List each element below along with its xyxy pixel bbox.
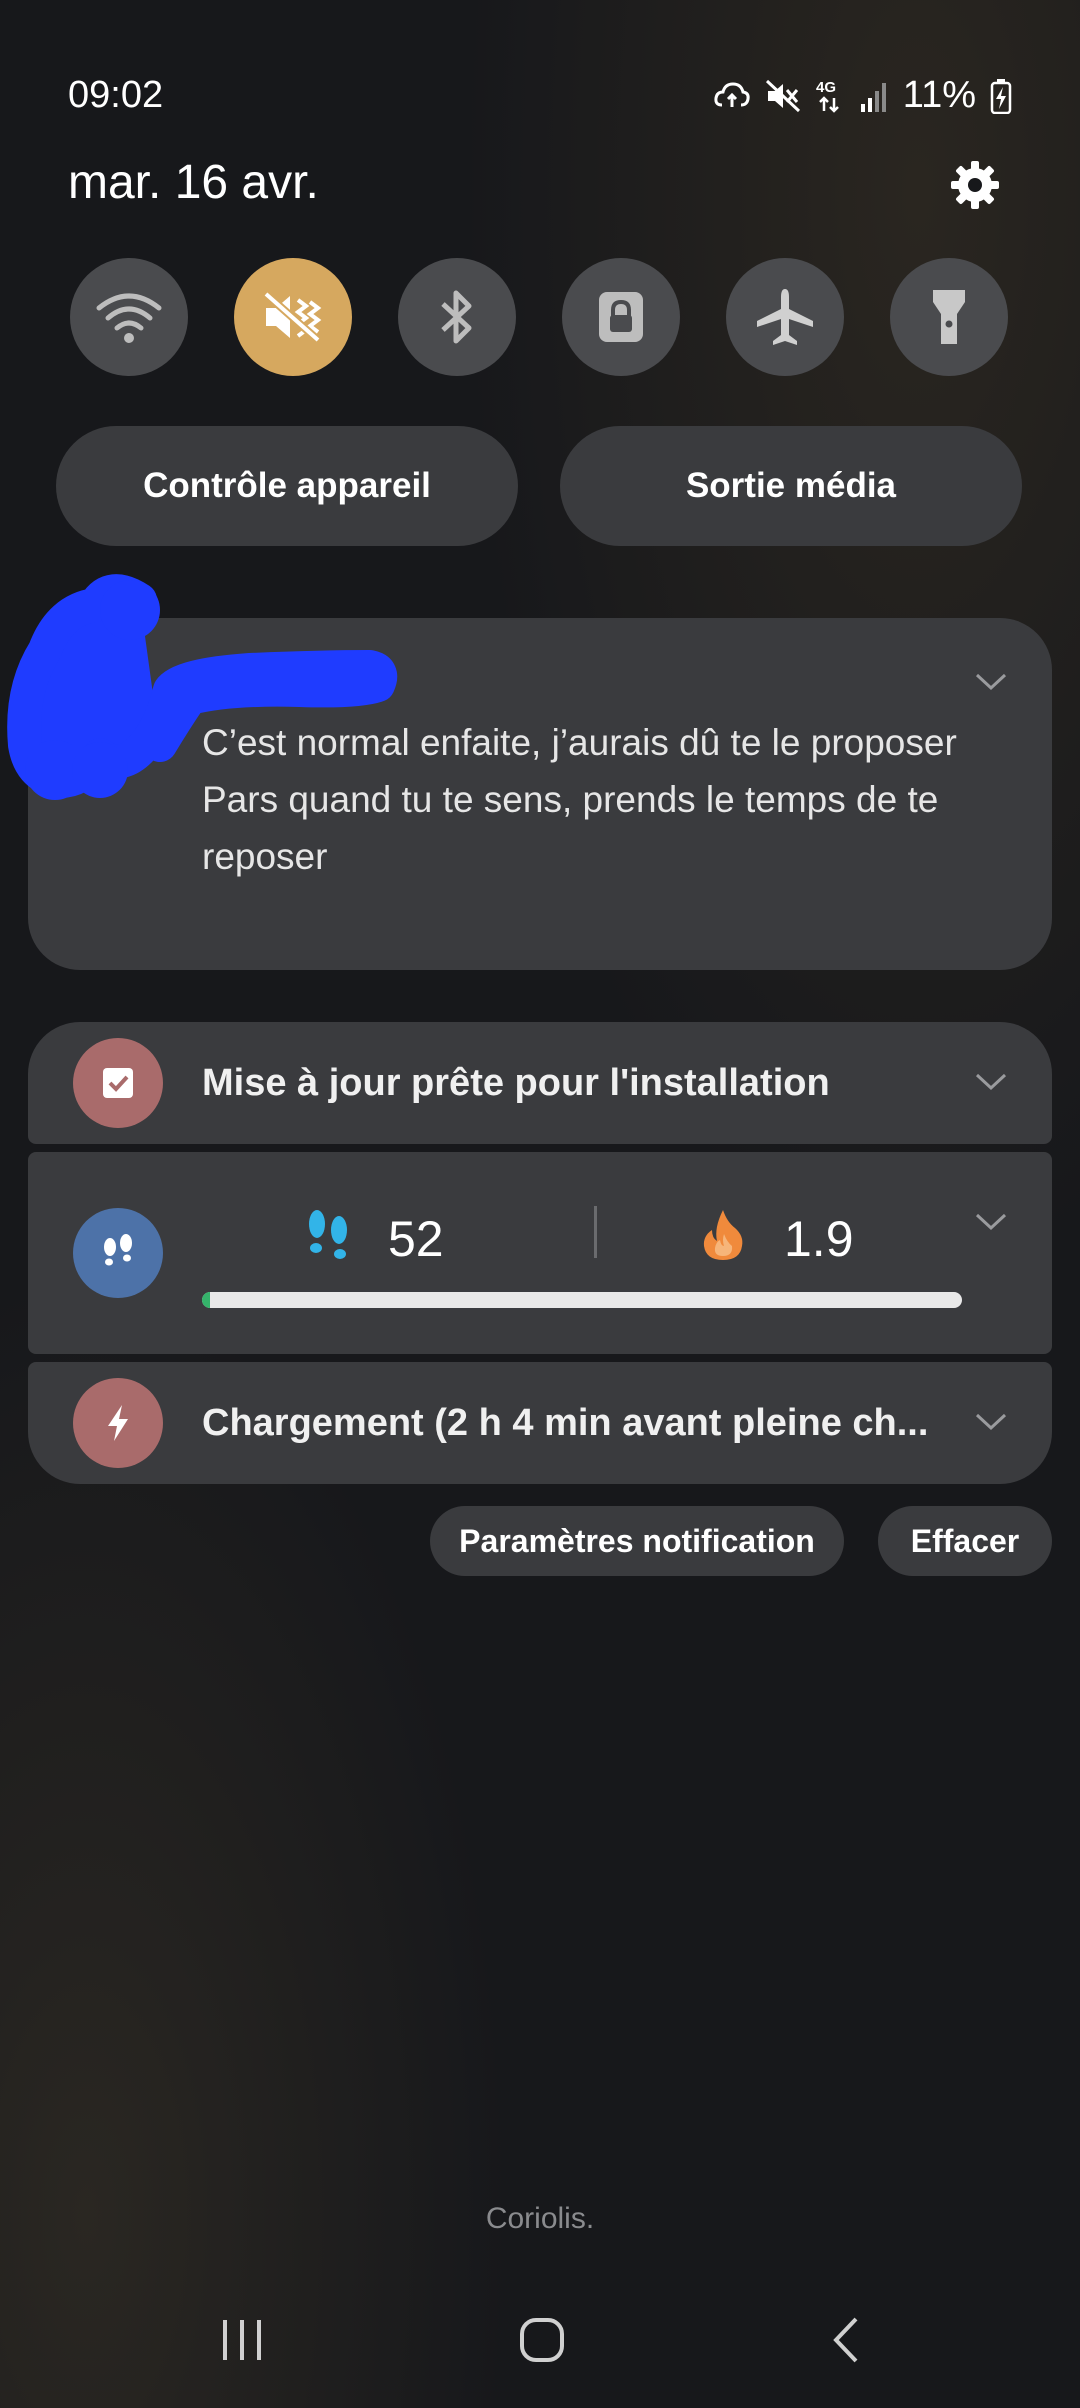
date-label: mar. 16 avr. bbox=[68, 156, 319, 209]
notification-shade: 09:02 4G 11% mar. 16 avr. Contrôle appar… bbox=[0, 0, 1080, 2408]
steps-count: 52 bbox=[388, 1211, 444, 1267]
update-app-icon bbox=[73, 1038, 163, 1128]
airplane-toggle[interactable] bbox=[726, 258, 844, 376]
4g-icon: 4G bbox=[816, 79, 839, 113]
wifi-toggle[interactable] bbox=[70, 258, 188, 376]
signal-icon bbox=[860, 82, 886, 112]
status-icons: 4G 11% bbox=[713, 74, 1012, 117]
charging-app-icon bbox=[73, 1378, 163, 1468]
steps-progress-bar bbox=[202, 1292, 962, 1308]
airplane-icon bbox=[757, 289, 813, 345]
notification-settings-button[interactable]: Paramètres notification bbox=[430, 1506, 844, 1576]
calories-value: 1.9 bbox=[784, 1211, 854, 1267]
divider bbox=[594, 1206, 597, 1258]
device-control-button[interactable]: Contrôle appareil bbox=[56, 426, 518, 546]
bluetooth-toggle[interactable] bbox=[398, 258, 516, 376]
home-button[interactable] bbox=[510, 2308, 574, 2372]
steps-icon bbox=[309, 1210, 347, 1259]
recents-icon bbox=[223, 2320, 261, 2360]
recents-button[interactable] bbox=[212, 2308, 272, 2372]
health-app-icon bbox=[73, 1208, 163, 1298]
clear-button[interactable]: Effacer bbox=[878, 1506, 1052, 1576]
home-icon bbox=[520, 2318, 564, 2362]
update-title: Mise à jour prête pour l'installation bbox=[202, 1062, 830, 1104]
settings-button[interactable] bbox=[946, 156, 1004, 214]
chevron-down-icon[interactable] bbox=[974, 1072, 1008, 1092]
bluetooth-icon bbox=[441, 290, 472, 344]
mute-icon bbox=[765, 79, 800, 112]
steps-progress-fill bbox=[202, 1292, 210, 1308]
charging-title: Chargement (2 h 4 min avant pleine ch... bbox=[202, 1402, 929, 1444]
gear-icon bbox=[951, 161, 999, 209]
cloud-sync-icon bbox=[714, 81, 750, 107]
charging-notification[interactable]: Chargement (2 h 4 min avant pleine ch... bbox=[28, 1362, 1052, 1484]
footsteps-icon bbox=[104, 1234, 132, 1266]
svg-text:4G: 4G bbox=[816, 79, 836, 96]
chevron-down-icon[interactable] bbox=[974, 1212, 1008, 1232]
media-output-button[interactable]: Sortie média bbox=[560, 426, 1022, 546]
back-icon bbox=[833, 2317, 858, 2363]
health-notification[interactable]: 52 1.9 bbox=[28, 1152, 1052, 1354]
redaction-scribble bbox=[7, 574, 398, 800]
flashlight-toggle[interactable] bbox=[890, 258, 1008, 376]
sound-toggle[interactable] bbox=[234, 258, 352, 376]
quick-toggles bbox=[70, 258, 1010, 376]
back-button[interactable] bbox=[816, 2308, 876, 2372]
chevron-down-icon[interactable] bbox=[974, 1412, 1008, 1432]
clock: 09:02 bbox=[68, 74, 164, 116]
update-notification[interactable]: Mise à jour prête pour l'installation bbox=[28, 1022, 1052, 1144]
battery-charging-icon bbox=[990, 78, 1012, 114]
rotation-lock-toggle[interactable] bbox=[562, 258, 680, 376]
lock-icon bbox=[599, 292, 643, 342]
carrier-label: Coriolis. bbox=[485, 2202, 595, 2235]
chevron-down-icon[interactable] bbox=[974, 672, 1008, 692]
calories-icon bbox=[703, 1210, 743, 1260]
flashlight-icon bbox=[933, 290, 965, 344]
checkbox-icon bbox=[103, 1068, 133, 1098]
battery-percent: 11% bbox=[902, 74, 976, 116]
status-bar: 09:02 4G 11% bbox=[0, 70, 1080, 130]
lightning-icon bbox=[108, 1405, 128, 1441]
mute-icon bbox=[263, 291, 322, 343]
wifi-icon bbox=[96, 293, 162, 343]
